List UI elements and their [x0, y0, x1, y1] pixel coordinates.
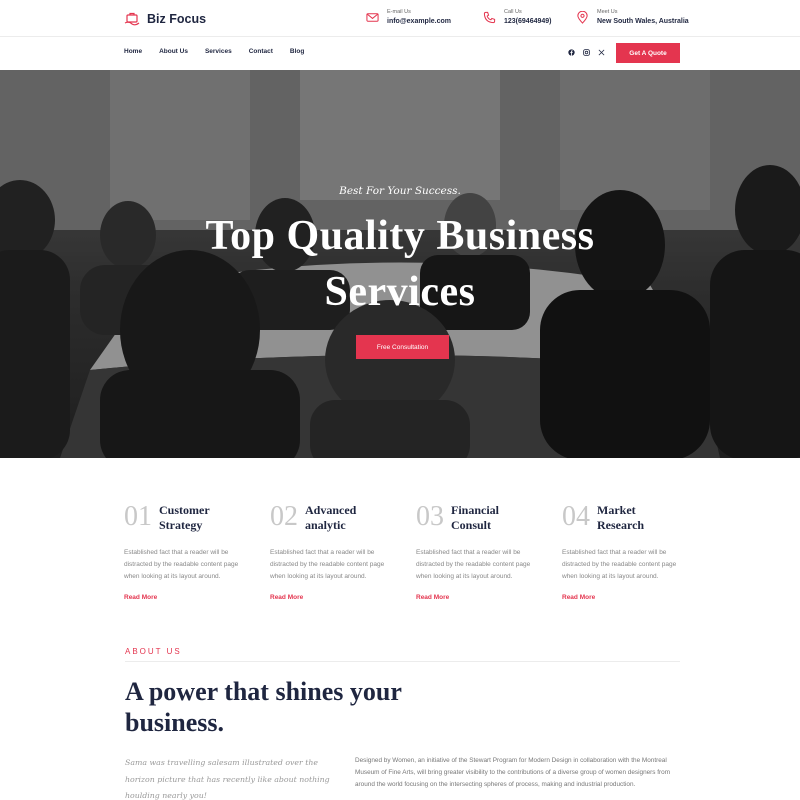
- service-description: Established fact that a reader will be d…: [562, 549, 677, 580]
- instagram-icon[interactable]: [583, 49, 590, 57]
- contact-email-label: E-mail Us: [387, 9, 411, 15]
- briefcase-hand-icon: [124, 12, 140, 26]
- read-more-link[interactable]: Read More: [124, 594, 264, 601]
- top-bar: Biz Focus E-mail Us info@example.com Cal…: [0, 0, 800, 37]
- contact-meet-value: New South Wales, Australia: [597, 18, 689, 25]
- service-title: Advanced analytic: [305, 503, 356, 533]
- contact-meet[interactable]: Meet Us New South Wales, Australia: [576, 8, 689, 27]
- service-number: 01: [124, 501, 152, 532]
- brand-logo[interactable]: Biz Focus: [124, 9, 206, 29]
- free-consultation-button[interactable]: Free Consultation: [356, 335, 449, 359]
- hero-kicker: Best For Your Success.: [339, 185, 461, 197]
- nav-contact[interactable]: Contact: [249, 48, 273, 55]
- service-description: Established fact that a reader will be d…: [416, 549, 531, 580]
- hero-banner: Best For Your Success. Top Quality Busin…: [0, 70, 800, 458]
- contact-call-value[interactable]: 123(69464949): [504, 16, 552, 27]
- service-title-line: Customer: [159, 503, 210, 517]
- phone-icon: [483, 11, 496, 24]
- contact-meet-label: Meet Us: [597, 9, 618, 15]
- main-nav: Home About Us Services Contact Blog Get …: [0, 37, 800, 70]
- service-title-line: Research: [597, 518, 645, 532]
- service-card: 01 Customer Strategy Established fact th…: [124, 501, 264, 602]
- service-card: 03 Financial Consult Established fact th…: [416, 501, 556, 602]
- service-number: 02: [270, 501, 298, 532]
- facebook-icon[interactable]: [568, 49, 575, 57]
- contact-email[interactable]: E-mail Us info@example.com: [366, 8, 451, 27]
- service-title: Financial Consult: [451, 503, 499, 533]
- mail-icon: [366, 13, 379, 22]
- service-title-line: Advanced: [305, 503, 357, 517]
- hero-title: Top Quality Business Services: [205, 213, 595, 315]
- service-card: 04 Market Research Established fact that…: [562, 501, 702, 602]
- x-icon[interactable]: [598, 49, 605, 57]
- contact-email-value[interactable]: info@example.com: [387, 16, 451, 27]
- nav-services[interactable]: Services: [205, 48, 232, 55]
- service-description: Established fact that a reader will be d…: [124, 549, 239, 580]
- brand-name: Biz Focus: [147, 12, 207, 26]
- contact-call-label: Call Us: [504, 9, 522, 15]
- about-kicker: ABOUT US: [125, 647, 182, 656]
- nav-about-us[interactable]: About Us: [159, 48, 188, 55]
- service-card: 02 Advanced analytic Established fact th…: [270, 501, 410, 602]
- service-description: Established fact that a reader will be d…: [270, 549, 385, 580]
- service-number: 03: [416, 501, 444, 532]
- nav-home[interactable]: Home: [124, 48, 142, 55]
- about-title: A power that shines your business.: [125, 677, 402, 737]
- read-more-link[interactable]: Read More: [416, 594, 556, 601]
- about-body: Designed by Women, an initiative of the …: [355, 757, 671, 788]
- nav-links: Home About Us Services Contact Blog: [124, 48, 304, 55]
- divider: [125, 661, 680, 662]
- location-pin-icon: [577, 11, 588, 24]
- nav-blog[interactable]: Blog: [290, 48, 304, 55]
- service-title: Customer Strategy: [159, 503, 210, 533]
- service-title-line: Strategy: [159, 518, 203, 532]
- service-title-line: Market: [597, 503, 636, 517]
- social-links: [568, 49, 605, 57]
- service-title-line: analytic: [305, 518, 346, 532]
- service-number: 04: [562, 501, 590, 532]
- service-title-line: Consult: [451, 518, 492, 532]
- service-title-line: Financial: [451, 503, 500, 517]
- service-title: Market Research: [597, 503, 644, 533]
- contact-call[interactable]: Call Us 123(69464949): [483, 8, 552, 27]
- read-more-link[interactable]: Read More: [270, 594, 410, 601]
- get-quote-button[interactable]: Get A Quote: [616, 43, 680, 63]
- about-quote: Sama was travelling salesam illustrated …: [125, 758, 330, 800]
- read-more-link[interactable]: Read More: [562, 594, 702, 601]
